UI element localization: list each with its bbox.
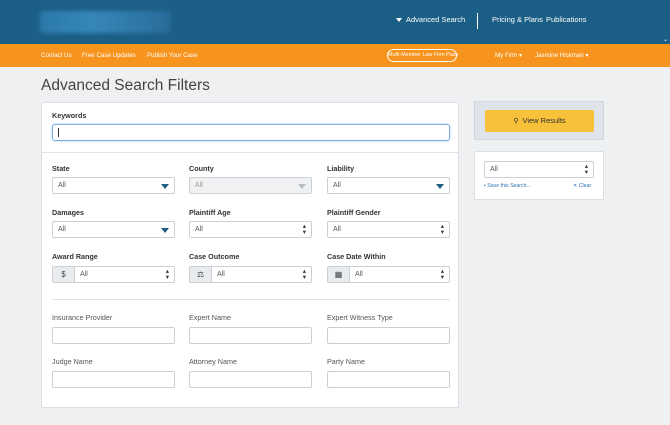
filter-icon	[396, 18, 402, 23]
section-divider	[52, 299, 450, 300]
my-firm-dropdown[interactable]: My Firm ▾	[495, 52, 522, 59]
text-cursor	[58, 128, 59, 137]
publications-link[interactable]: Publications	[546, 15, 586, 24]
nav-divider	[477, 13, 478, 29]
expert-witness-type-input[interactable]	[327, 327, 450, 344]
keywords-input[interactable]	[52, 124, 450, 141]
updown-arrows-icon: ▴ ▾	[584, 163, 588, 176]
free-case-updates-link[interactable]: Free Case Updates	[82, 52, 136, 59]
updown-arrows-icon: ▴ ▾	[440, 223, 444, 236]
award-range-label: Award Range	[52, 252, 98, 261]
contact-link[interactable]: Contact Us	[41, 52, 72, 59]
case-date-label: Case Date Within	[327, 252, 386, 261]
updown-arrows-icon: ▴ ▾	[440, 268, 444, 281]
case-outcome-select[interactable]: ⚖ All ▴ ▾	[189, 266, 312, 283]
attorney-name-label: Attorney Name	[189, 357, 237, 366]
site-logo[interactable]	[40, 11, 170, 33]
clear-link[interactable]: ✕ Clear	[573, 183, 591, 189]
keywords-section: Keywords	[42, 103, 458, 153]
keywords-label: Keywords	[52, 111, 87, 120]
publish-case-link[interactable]: Publish Your Case	[147, 52, 198, 59]
county-select[interactable]: All	[189, 177, 312, 194]
plaintiff-age-label: Plaintiff Age	[189, 208, 231, 217]
judge-name-input[interactable]	[52, 371, 175, 388]
expert-name-input[interactable]	[189, 327, 312, 344]
dropdown-triangle-icon	[161, 184, 169, 189]
close-icon: ✕	[573, 183, 578, 189]
filters-card: Keywords State All County All Liability …	[41, 102, 459, 408]
pricing-link[interactable]: Pricing & Plans	[492, 15, 543, 24]
updown-arrows-icon: ▴ ▾	[302, 223, 306, 236]
plaintiff-age-select[interactable]: All ▴ ▾	[189, 221, 312, 238]
saved-search-select[interactable]: All ▴ ▾	[484, 161, 594, 178]
party-name-input[interactable]	[327, 371, 450, 388]
state-label: State	[52, 164, 70, 173]
plaintiff-gender-label: Plaintiff Gender	[327, 208, 381, 217]
dropdown-triangle-icon	[161, 228, 169, 233]
advanced-search-link[interactable]: Advanced Search	[396, 15, 465, 24]
plaintiff-gender-select[interactable]: All ▴ ▾	[327, 221, 450, 238]
liability-select[interactable]: All	[327, 177, 450, 194]
law-firm-pass-button[interactable]: Multi-Member Law Firm Pass	[387, 49, 458, 62]
damages-select[interactable]: All	[52, 221, 175, 238]
results-panel: ⚲ View Results	[474, 101, 604, 140]
saved-search-panel: All ▴ ▾ ▪ Save this Search... ✕ Clear	[474, 151, 604, 200]
page-title: Advanced Search Filters	[41, 77, 210, 94]
state-select[interactable]: All	[52, 177, 175, 194]
liability-label: Liability	[327, 164, 355, 173]
case-date-select[interactable]: ▦ All ▴ ▾	[327, 266, 450, 283]
expert-witness-type-label: Expert Witness Type	[327, 313, 393, 322]
insurance-provider-label: Insurance Provider	[52, 313, 113, 322]
attorney-name-input[interactable]	[189, 371, 312, 388]
dropdown-triangle-icon	[436, 184, 444, 189]
dropdown-triangle-icon	[298, 184, 306, 189]
updown-arrows-icon: ▴ ▾	[165, 268, 169, 281]
corner-chevron-icon: ⌄	[662, 37, 668, 43]
dollar-icon: $	[53, 267, 75, 282]
insurance-provider-input[interactable]	[52, 327, 175, 344]
user-menu-dropdown[interactable]: Jasmine Hickman ▾	[535, 52, 589, 59]
scale-icon: ⚖	[190, 267, 212, 282]
award-range-select[interactable]: $ All ▴ ▾	[52, 266, 175, 283]
case-outcome-label: Case Outcome	[189, 252, 240, 261]
county-label: County	[189, 164, 214, 173]
search-icon: ⚲	[513, 118, 519, 125]
judge-name-label: Judge Name	[52, 357, 93, 366]
updown-arrows-icon: ▴ ▾	[302, 268, 306, 281]
calendar-icon: ▦	[328, 267, 350, 282]
view-results-button[interactable]: ⚲ View Results	[485, 110, 594, 132]
top-navbar: Advanced Search Pricing & Plans Publicat…	[0, 0, 670, 44]
save-search-link[interactable]: ▪ Save this Search...	[484, 183, 531, 189]
damages-label: Damages	[52, 208, 84, 217]
expert-name-label: Expert Name	[189, 313, 231, 322]
floppy-disk-icon: ▪	[484, 183, 486, 189]
party-name-label: Party Name	[327, 357, 365, 366]
sub-navbar: Contact Us Free Case Updates Publish You…	[0, 44, 670, 67]
